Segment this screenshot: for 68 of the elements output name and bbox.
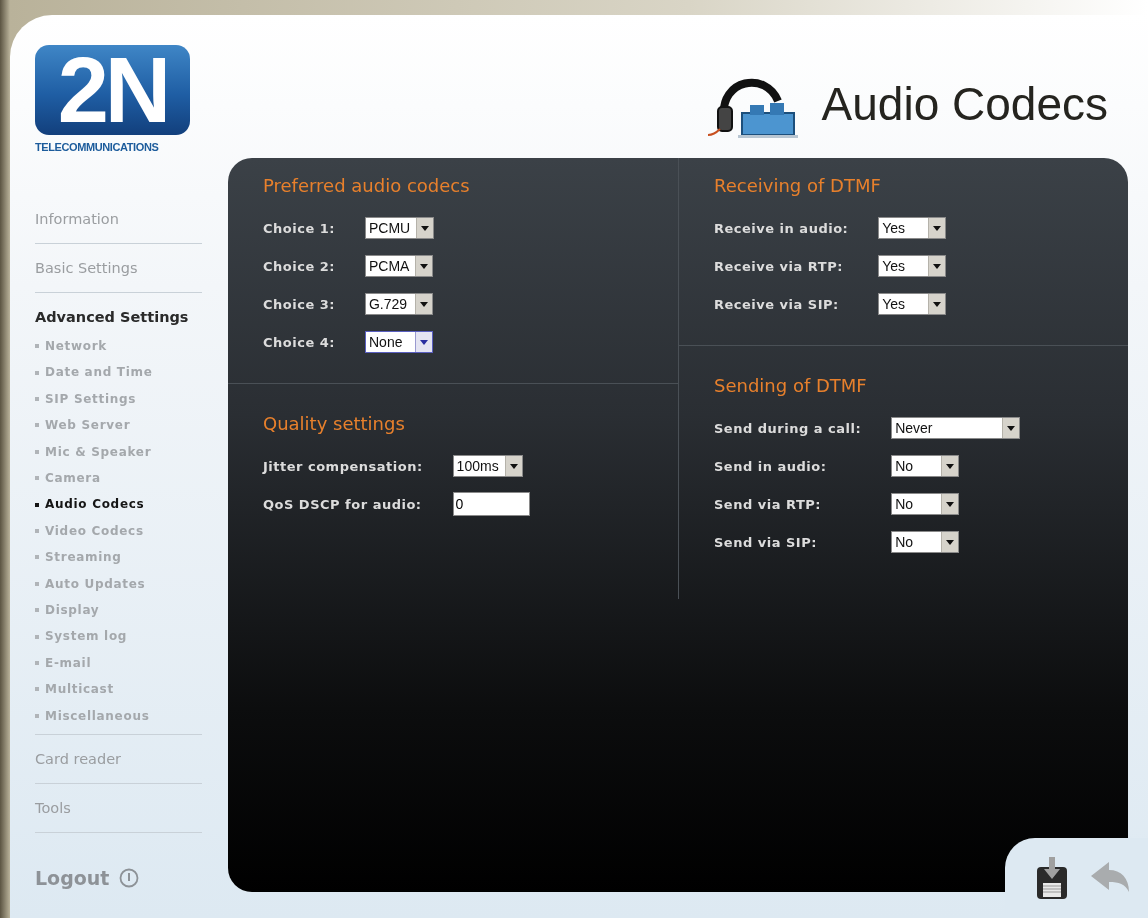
field-label: Send via SIP:: [714, 533, 818, 552]
nav-subitem[interactable]: Audio Codecs: [35, 491, 202, 518]
section-heading: Quality settings: [263, 412, 406, 436]
field-label: Choice 3:: [263, 295, 335, 314]
dropdown[interactable]: No: [891, 531, 960, 553]
caret-icon: [933, 263, 942, 269]
page-title: Audio Codecs: [821, 77, 1108, 131]
nav-subitem[interactable]: System log: [35, 623, 202, 650]
nav-subitem[interactable]: Display: [35, 597, 202, 624]
logout-link[interactable]: Logout: [35, 867, 110, 889]
caret-icon: [420, 339, 428, 345]
caret-icon: [1007, 425, 1016, 431]
nav-item[interactable]: Card reader: [35, 735, 202, 785]
dropdown[interactable]: PCMU: [365, 217, 435, 239]
caret-icon: [946, 463, 955, 469]
logo-badge: 2N: [35, 45, 190, 135]
nav-subitem[interactable]: Web Server: [35, 412, 202, 439]
nav-subitem[interactable]: Network: [35, 333, 202, 360]
dropdown[interactable]: Yes: [878, 293, 947, 315]
dropdown[interactable]: 100ms: [452, 455, 523, 477]
dropdown[interactable]: Never: [891, 417, 1021, 439]
dropdown[interactable]: No: [891, 455, 960, 477]
field-label: Receive via RTP:: [714, 257, 844, 276]
section-heading: Sending of DTMF: [714, 374, 868, 398]
nav-subitem[interactable]: Camera: [35, 465, 202, 492]
caret-icon: [509, 463, 518, 469]
dropdown[interactable]: PCMA: [365, 255, 434, 277]
nav-item[interactable]: Basic Settings: [35, 244, 202, 293]
field-label: Send during a call:: [714, 419, 862, 438]
logo-tagline: TELECOMMUNICATIONS: [35, 141, 159, 153]
section-heading: Receiving of DTMF: [714, 174, 882, 198]
nav-subitem[interactable]: Streaming: [35, 544, 202, 571]
nav-subitem[interactable]: Video Codecs: [35, 517, 202, 545]
nav-subitem[interactable]: Mic & Speaker: [35, 438, 202, 466]
nav-subitem[interactable]: Auto Updates: [35, 570, 202, 598]
caret-icon: [946, 501, 955, 507]
field-label: Send via RTP:: [714, 495, 822, 514]
dropdown[interactable]: No: [891, 493, 960, 515]
field-label: Choice 4:: [263, 333, 335, 352]
nav-subitem[interactable]: Date and Time: [35, 359, 202, 386]
field-label: Choice 1:: [263, 219, 335, 238]
caret-icon: [421, 225, 430, 231]
nav-item[interactable]: Information: [35, 195, 202, 244]
field-label: Jitter compensation:: [263, 457, 423, 476]
dropdown[interactable]: Yes: [878, 255, 947, 277]
nav-item[interactable]: Tools: [35, 784, 202, 834]
dropdown[interactable]: G.729: [365, 293, 433, 315]
field-label: Send in audio:: [714, 457, 828, 476]
nav-subitem[interactable]: SIP Settings: [35, 385, 202, 413]
dropdown[interactable]: Yes: [878, 217, 947, 239]
field-label: Receive via SIP:: [714, 295, 840, 314]
nav-subitem[interactable]: Miscellaneous: [35, 702, 202, 730]
field-label: Choice 2:: [263, 257, 335, 276]
caret-icon: [933, 301, 942, 307]
nav-subitem[interactable]: Multicast: [35, 676, 202, 703]
field-label: Receive in audio:: [714, 219, 849, 238]
save-button[interactable]: [1035, 855, 1069, 901]
caret-icon: [420, 263, 429, 269]
caret-icon: [933, 225, 942, 231]
caret-icon: [946, 539, 955, 545]
nav-item[interactable]: Advanced Settings: [35, 293, 202, 333]
nav-subitem[interactable]: E-mail: [35, 649, 202, 677]
dropdown[interactable]: None: [365, 331, 433, 353]
field-label: QoS DSCP for audio:: [263, 495, 423, 514]
section-heading: Preferred audio codecs: [263, 174, 471, 198]
caret-icon: [420, 301, 428, 307]
text-field[interactable]: 0: [452, 492, 530, 516]
power-icon[interactable]: [119, 868, 140, 888]
